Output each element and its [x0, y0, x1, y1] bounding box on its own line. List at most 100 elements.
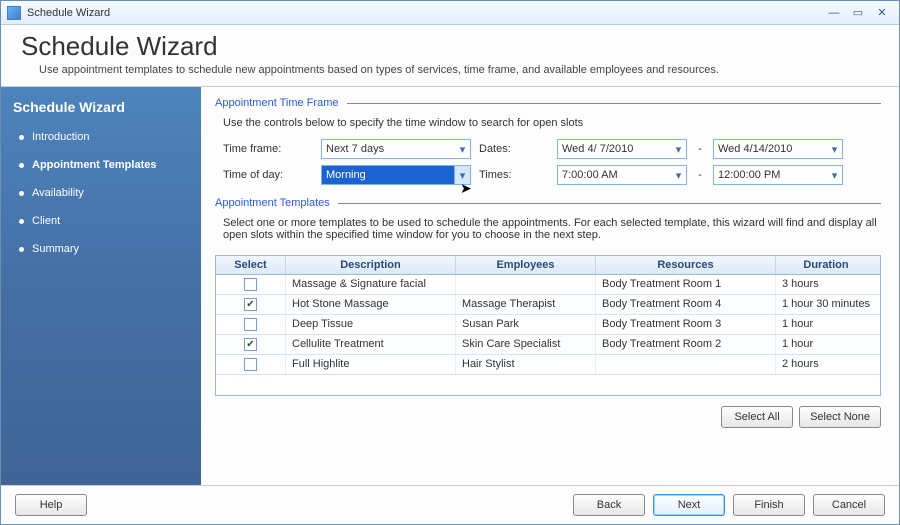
window-title: Schedule Wizard	[27, 7, 821, 19]
col-select[interactable]: Select	[216, 256, 286, 274]
col-resources[interactable]: Resources	[596, 256, 776, 274]
cell-resources: Body Treatment Room 1	[596, 275, 776, 294]
sidebar-item-label: Introduction	[32, 131, 89, 143]
cell-employees: Skin Care Specialist	[456, 335, 596, 354]
cell-resources: Body Treatment Room 2	[596, 335, 776, 354]
cell-employees: Susan Park	[456, 315, 596, 334]
chevron-down-icon: ▾	[826, 166, 842, 184]
timeofday-label: Time of day:	[223, 169, 313, 181]
sidebar-item-label: Summary	[32, 243, 79, 255]
maximize-button[interactable]: ▭	[847, 5, 869, 21]
next-button[interactable]: Next	[653, 494, 725, 516]
sidebar-item-appointment-templates[interactable]: Appointment Templates	[1, 151, 201, 179]
app-icon	[7, 6, 21, 20]
dash: -	[695, 143, 705, 155]
section-title-templates: Appointment Templates	[215, 197, 881, 209]
table-row[interactable]: ✔ Cellulite TreatmentSkin Care Specialist…	[216, 335, 880, 355]
bullet-icon	[19, 191, 24, 196]
bullet-icon	[19, 163, 24, 168]
table-row[interactable]: Massage & Signature facial Body Treatment…	[216, 275, 880, 295]
chevron-down-icon: ▾	[454, 166, 470, 184]
timeofday-value: Morning	[326, 169, 366, 181]
help-button[interactable]: Help	[15, 494, 87, 516]
sidebar-title: Schedule Wizard	[1, 95, 201, 123]
select-all-button[interactable]: Select All	[721, 406, 793, 428]
sidebar: Schedule Wizard Introduction Appointment…	[1, 87, 201, 485]
cell-duration: 3 hours	[776, 275, 876, 294]
checkbox[interactable]	[244, 318, 257, 331]
cell-select: ✔	[216, 295, 286, 314]
dash: -	[695, 169, 705, 181]
sidebar-item-label: Appointment Templates	[32, 159, 156, 171]
table-row[interactable]: ✔Hot Stone MassageMassage TherapistBody …	[216, 295, 880, 315]
time-end-combo[interactable]: 12:00:00 PM ▾	[713, 165, 843, 185]
time-end-value: 12:00:00 PM	[718, 169, 780, 181]
sidebar-item-label: Client	[32, 215, 60, 227]
chevron-down-icon: ▾	[670, 140, 686, 158]
schedule-wizard-window: Schedule Wizard — ▭ ✕ Schedule Wizard Us…	[0, 0, 900, 525]
sidebar-item-summary[interactable]: Summary	[1, 235, 201, 263]
cell-resources: Body Treatment Room 4	[596, 295, 776, 314]
divider	[347, 103, 882, 104]
date-start-combo[interactable]: Wed 4/ 7/2010 ▾	[557, 139, 687, 159]
cell-description: Massage & Signature facial	[286, 275, 456, 294]
col-employees[interactable]: Employees	[456, 256, 596, 274]
checkbox[interactable]	[244, 358, 257, 371]
time-start-value: 7:00:00 AM	[562, 169, 618, 181]
minimize-button[interactable]: —	[823, 5, 845, 21]
checkbox[interactable]: ✔	[244, 298, 257, 311]
templates-table: Select Description Employees Resources D…	[215, 255, 881, 396]
cancel-button[interactable]: Cancel	[813, 494, 885, 516]
table-row[interactable]: Deep TissueSusan ParkBody Treatment Room…	[216, 315, 880, 335]
chevron-down-icon: ▾	[826, 140, 842, 158]
bullet-icon	[19, 219, 24, 224]
date-end-value: Wed 4/14/2010	[718, 143, 792, 155]
sidebar-item-label: Availability	[32, 187, 84, 199]
cell-duration: 1 hour 30 minutes	[776, 295, 876, 314]
checkbox[interactable]: ✔	[244, 338, 257, 351]
timeofday-combo[interactable]: Morning ▾ ➤	[321, 165, 471, 185]
page-subtitle: Use appointment templates to schedule ne…	[39, 64, 883, 76]
section-title-text: Appointment Time Frame	[215, 97, 339, 109]
time-start-combo[interactable]: 7:00:00 AM ▾	[557, 165, 687, 185]
select-none-button[interactable]: Select None	[799, 406, 881, 428]
col-duration[interactable]: Duration	[776, 256, 876, 274]
timeframe-description: Use the controls below to specify the ti…	[223, 117, 881, 129]
sidebar-item-introduction[interactable]: Introduction	[1, 123, 201, 151]
header: Schedule Wizard Use appointment template…	[1, 25, 899, 87]
col-description[interactable]: Description	[286, 256, 456, 274]
cell-select	[216, 355, 286, 374]
chevron-down-icon: ▾	[454, 140, 470, 158]
cell-resources	[596, 355, 776, 374]
date-end-combo[interactable]: Wed 4/14/2010 ▾	[713, 139, 843, 159]
section-title-timeframe: Appointment Time Frame	[215, 97, 881, 109]
sidebar-item-client[interactable]: Client	[1, 207, 201, 235]
timeframe-value: Next 7 days	[326, 143, 384, 155]
cell-resources: Body Treatment Room 3	[596, 315, 776, 334]
timeframe-controls: Time frame: Next 7 days ▾ Dates: Wed 4/ …	[223, 139, 881, 185]
bullet-icon	[19, 135, 24, 140]
table-filler	[216, 375, 880, 395]
table-header: Select Description Employees Resources D…	[216, 256, 880, 275]
content: Appointment Time Frame Use the controls …	[201, 87, 899, 485]
cell-duration: 1 hour	[776, 335, 876, 354]
cell-description: Cellulite Treatment	[286, 335, 456, 354]
cell-description: Full Highlite	[286, 355, 456, 374]
cell-duration: 2 hours	[776, 355, 876, 374]
cell-employees	[456, 275, 596, 294]
nav-buttons: Back Next Finish Cancel	[573, 494, 885, 516]
dates-label: Dates:	[479, 143, 549, 155]
back-button[interactable]: Back	[573, 494, 645, 516]
section-title-text: Appointment Templates	[215, 197, 330, 209]
finish-button[interactable]: Finish	[733, 494, 805, 516]
table-row[interactable]: Full HighliteHair Stylist2 hours	[216, 355, 880, 375]
chevron-down-icon: ▾	[670, 166, 686, 184]
table-body: Massage & Signature facial Body Treatment…	[216, 275, 880, 375]
checkbox[interactable]	[244, 278, 257, 291]
templates-description: Select one or more templates to be used …	[223, 217, 881, 241]
sidebar-item-availability[interactable]: Availability	[1, 179, 201, 207]
divider	[338, 203, 881, 204]
timeframe-combo[interactable]: Next 7 days ▾	[321, 139, 471, 159]
close-button[interactable]: ✕	[871, 5, 893, 21]
times-label: Times:	[479, 169, 549, 181]
